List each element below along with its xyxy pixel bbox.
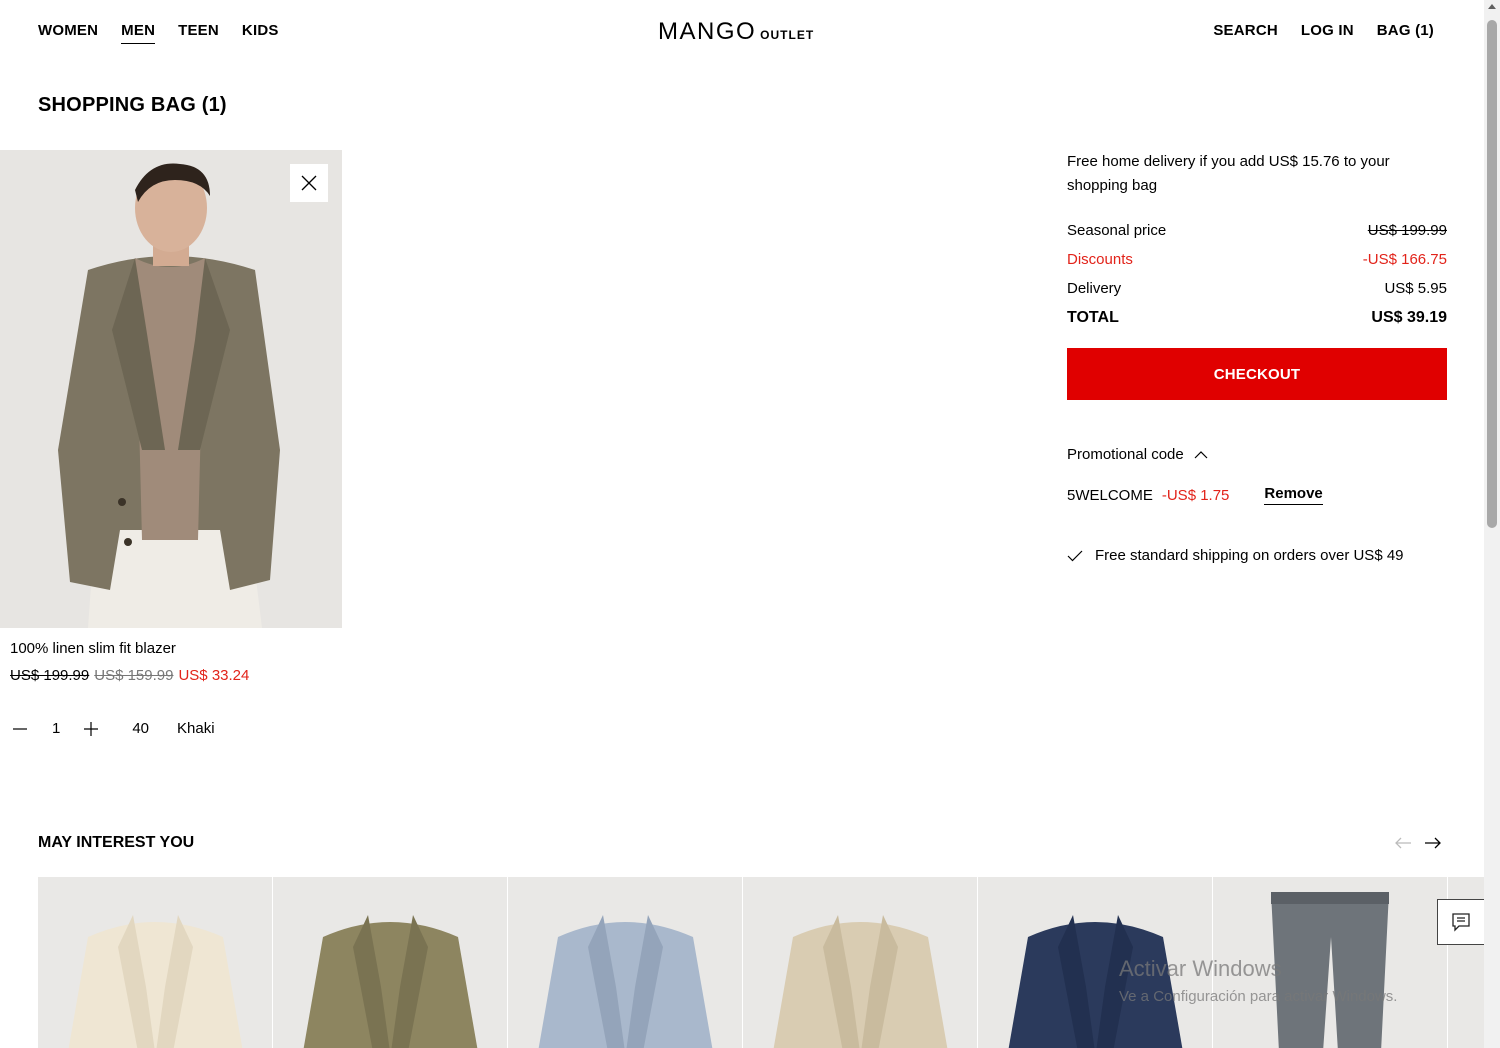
recommendations-title: MAY INTEREST YOU <box>38 834 195 851</box>
size-selector[interactable]: 40 <box>132 720 149 737</box>
search-link[interactable]: SEARCH <box>1213 22 1278 43</box>
quantity-value: 1 <box>52 720 61 737</box>
total-label: TOTAL <box>1067 308 1119 326</box>
decrease-quantity-button[interactable] <box>12 721 28 737</box>
close-icon <box>301 175 317 191</box>
promo-code-label: Promotional code <box>1067 446 1184 463</box>
checkout-button[interactable]: CHECKOUT <box>1067 348 1447 400</box>
nav-women[interactable]: WOMEN <box>38 22 98 44</box>
bag-item: 100% linen slim fit blazer US$ 199.99 US… <box>0 150 342 737</box>
shipping-note: Free standard shipping on orders over US… <box>1067 547 1447 564</box>
arrow-left-icon <box>1395 837 1411 849</box>
watermark-title: Activar Windows <box>1119 956 1282 981</box>
arrow-right-icon <box>1425 837 1441 849</box>
delivery-label: Delivery <box>1067 280 1122 297</box>
product-image[interactable] <box>0 150 342 628</box>
promo-code-value: 5WELCOME <box>1067 486 1153 504</box>
plus-icon <box>84 721 99 736</box>
cream-blazer-icon <box>68 915 243 1048</box>
check-icon <box>1067 550 1083 561</box>
promo-code-toggle[interactable]: Promotional code <box>1067 446 1447 463</box>
khaki-blazer-icon <box>303 915 478 1048</box>
current-price: US$ 33.24 <box>178 667 250 684</box>
total-value: US$ 39.19 <box>1371 308 1447 326</box>
page-title: SHOPPING BAG (1) <box>38 94 227 116</box>
scrollbar-thumb[interactable] <box>1487 20 1497 528</box>
logo-main-text: MANGO <box>658 18 757 45</box>
seasonal-price-row: Seasonal price US$ 199.99 <box>1067 216 1447 245</box>
price-row: US$ 199.99 US$ 159.99 US$ 33.24 <box>10 667 342 684</box>
login-link[interactable]: LOG IN <box>1301 22 1354 43</box>
order-summary: Free home delivery if you add US$ 15.76 … <box>1067 150 1447 564</box>
seasonal-price-label: Seasonal price <box>1067 222 1167 239</box>
total-row: TOTAL US$ 39.19 <box>1067 303 1447 332</box>
discounts-value: -US$ 166.75 <box>1362 251 1447 268</box>
discounts-label: Discounts <box>1067 251 1133 268</box>
page-scrollbar[interactable] <box>1484 0 1500 1048</box>
minus-icon <box>13 727 27 730</box>
chat-button[interactable] <box>1437 899 1485 945</box>
delivery-value: US$ 5.95 <box>1384 280 1447 297</box>
applied-promo: 5WELCOME -US$ 1.75 Remove <box>1067 485 1447 505</box>
watermark-subtitle: Ve a Configuración para activar Windows. <box>1119 988 1398 1005</box>
chat-icon <box>1452 913 1470 932</box>
account-nav: SEARCH LOG IN BAG (1) <box>1213 22 1434 43</box>
carousel-controls <box>1394 834 1442 852</box>
top-navigation: WOMEN MEN TEEN KIDS MANGO OUTLET SEARCH … <box>0 0 1484 64</box>
nav-kids[interactable]: KIDS <box>242 22 279 44</box>
shipping-note-text: Free standard shipping on orders over US… <box>1095 547 1404 564</box>
nav-men[interactable]: MEN <box>121 22 156 44</box>
logo-sub-text: OUTLET <box>760 28 815 42</box>
promo-discount-value: -US$ 1.75 <box>1161 486 1230 504</box>
seasonal-price-value: US$ 199.99 <box>1367 222 1447 239</box>
carousel-prev-button[interactable] <box>1394 834 1412 852</box>
item-options: 1 40 Khaki <box>12 720 215 737</box>
original-price: US$ 199.99 <box>10 667 90 684</box>
beige-blazer-icon <box>773 915 948 1048</box>
discounts-row: Discounts -US$ 166.75 <box>1067 245 1447 274</box>
color-selector[interactable]: Khaki <box>177 720 215 737</box>
bag-link[interactable]: BAG (1) <box>1377 22 1434 43</box>
recommendation-item[interactable] <box>743 877 978 1048</box>
increase-quantity-button[interactable] <box>83 721 99 737</box>
product-name[interactable]: 100% linen slim fit blazer <box>10 640 342 657</box>
carousel-next-button[interactable] <box>1424 834 1442 852</box>
scroll-up-arrow-icon[interactable] <box>1488 4 1496 9</box>
free-delivery-message: Free home delivery if you add US$ 15.76 … <box>1067 153 1390 194</box>
nav-teen[interactable]: TEEN <box>178 22 219 44</box>
windows-activation-watermark: Activar Windows Ve a Configuración para … <box>1119 956 1397 1005</box>
remove-item-button[interactable] <box>290 164 328 202</box>
recommendation-item[interactable] <box>273 877 508 1048</box>
brand-logo[interactable]: MANGO OUTLET <box>658 18 814 46</box>
remove-promo-button[interactable]: Remove <box>1264 485 1323 505</box>
department-nav: WOMEN MEN TEEN KIDS <box>38 22 279 44</box>
recommendation-item[interactable] <box>508 877 743 1048</box>
delivery-row: Delivery US$ 5.95 <box>1067 274 1447 303</box>
chevron-up-icon <box>1194 450 1208 458</box>
model-blazer-illustration <box>0 150 342 628</box>
recommendation-item[interactable] <box>38 877 273 1048</box>
blue-blazer-icon <box>538 915 713 1048</box>
previous-price: US$ 159.99 <box>94 667 174 684</box>
